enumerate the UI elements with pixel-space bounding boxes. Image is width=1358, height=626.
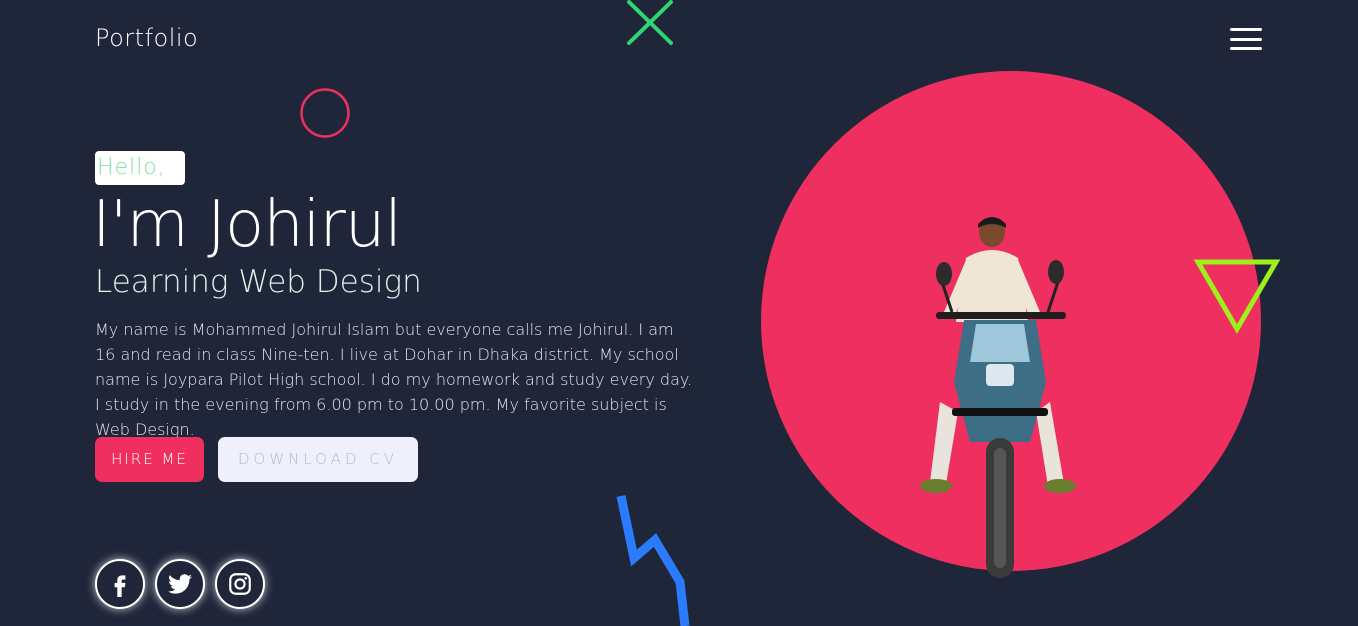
twitter-icon[interactable] xyxy=(155,559,205,609)
social-links xyxy=(95,559,265,609)
menu-bar xyxy=(1230,37,1262,41)
hamburger-menu-icon[interactable] xyxy=(1230,28,1262,50)
ring-icon xyxy=(300,88,350,138)
facebook-icon[interactable] xyxy=(95,559,145,609)
triangle-icon xyxy=(1193,259,1281,334)
instagram-icon[interactable] xyxy=(215,559,265,609)
profile-photo xyxy=(920,217,1076,578)
menu-bar xyxy=(1230,47,1262,50)
menu-bar xyxy=(1230,28,1262,31)
hero-name: I'm Johirul xyxy=(92,188,402,262)
cross-icon xyxy=(627,0,673,45)
download-cv-button[interactable]: DOWNLOAD CV xyxy=(218,437,418,482)
hero-bio: My name is Mohammed Johirul Islam but ev… xyxy=(95,320,693,439)
greeting-badge: Hello, xyxy=(95,151,185,185)
hero-role: Learning Web Design xyxy=(95,264,422,300)
brand-logo[interactable]: Portfolio xyxy=(95,24,198,52)
hire-me-button[interactable]: HIRE ME xyxy=(95,437,204,482)
lightning-icon xyxy=(616,495,690,626)
